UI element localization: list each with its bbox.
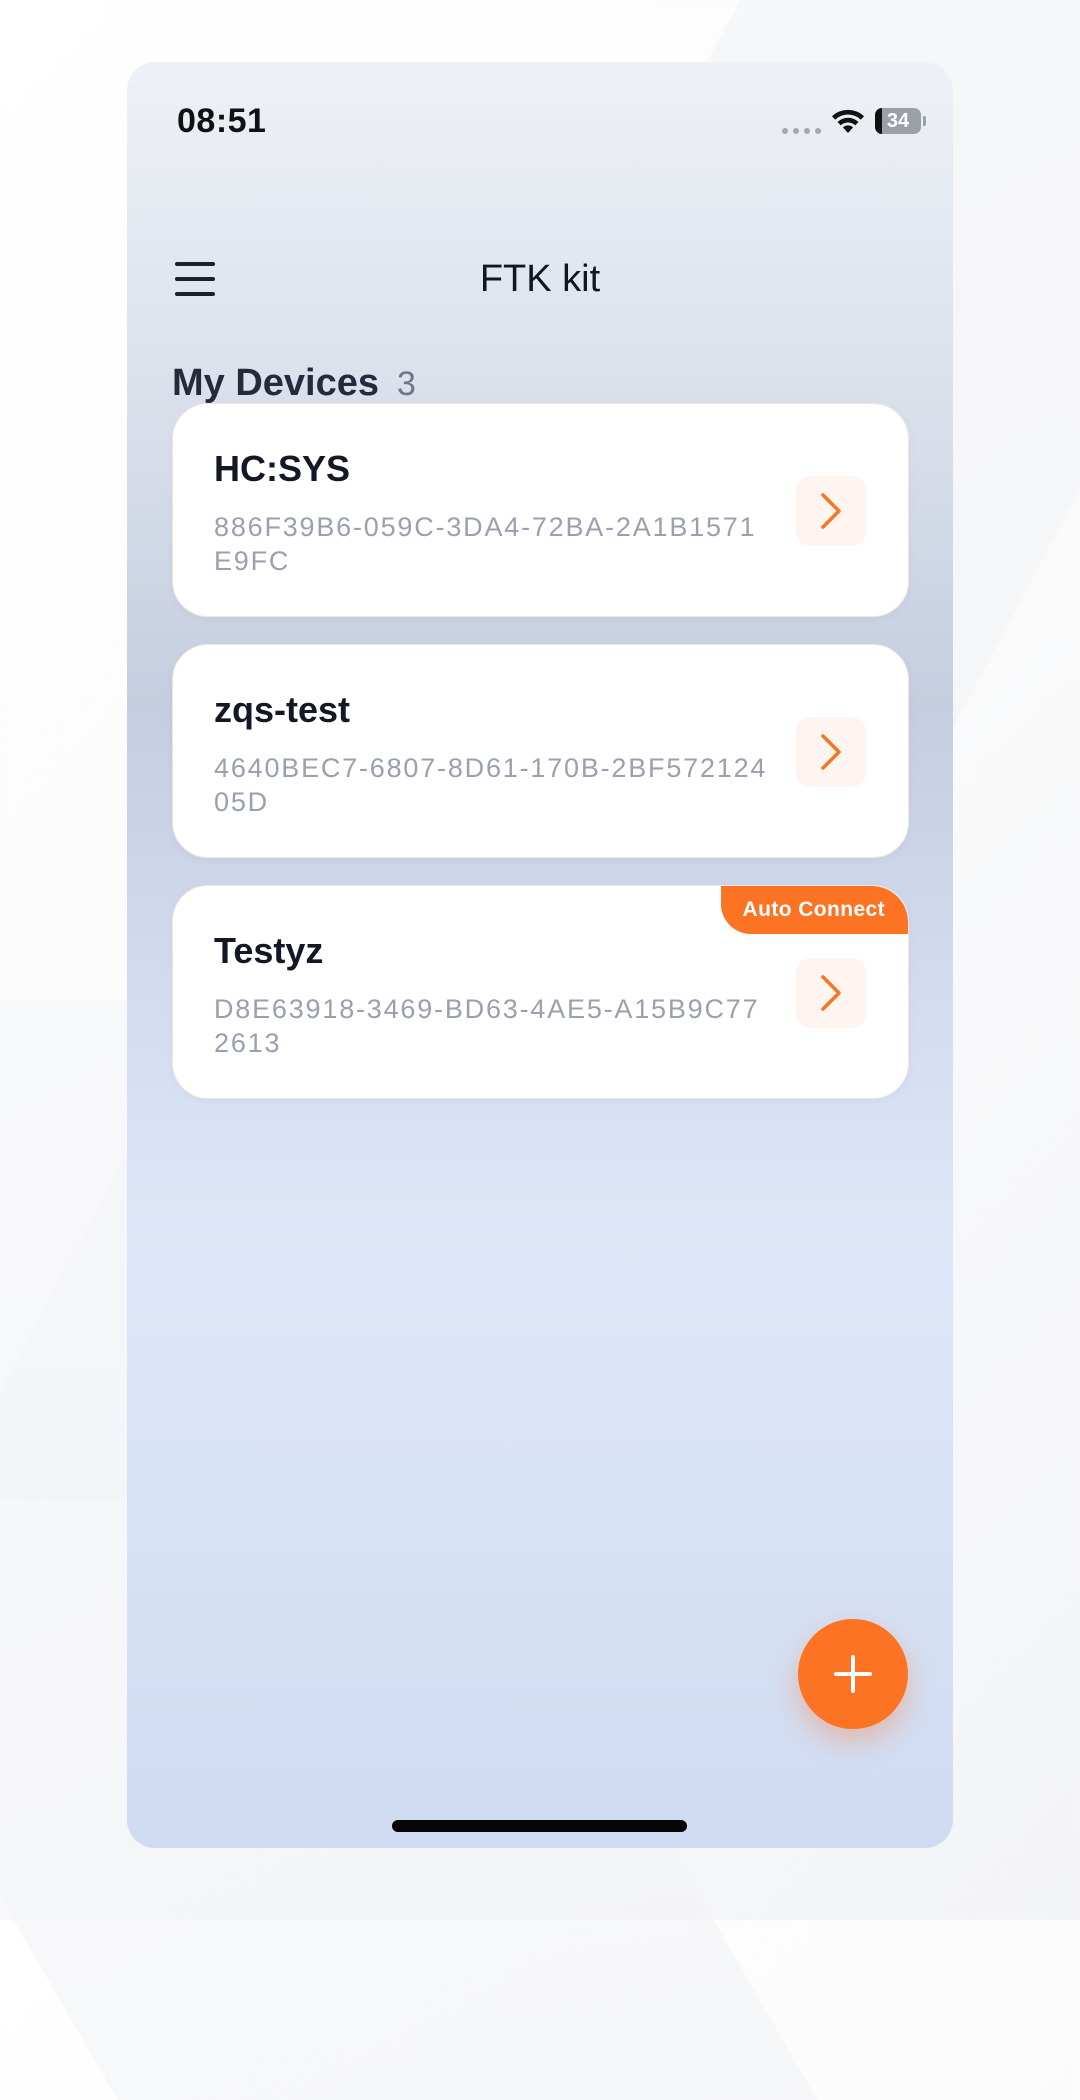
device-card[interactable]: Auto Connect Testyz D8E63918-3469-BD63-4…	[172, 885, 909, 1099]
device-card[interactable]: zqs-test 4640BEC7-6807-8D61-170B-2BF5721…	[172, 644, 909, 858]
device-name: HC:SYS	[214, 448, 351, 489]
cellular-signal-icon	[782, 128, 821, 134]
open-device-button[interactable]	[796, 717, 866, 787]
device-card[interactable]: HC:SYS 886F39B6-059C-3DA4-72BA-2A1B1571E…	[172, 403, 909, 617]
chevron-right-icon	[821, 734, 841, 770]
open-device-button[interactable]	[796, 958, 866, 1028]
open-device-button[interactable]	[796, 476, 866, 546]
add-device-button[interactable]	[798, 1619, 908, 1729]
section-title-label: My Devices	[172, 362, 380, 404]
section-title: My Devices 3	[172, 362, 416, 405]
device-uuid: 886F39B6-059C-3DA4-72BA-2A1B1571E9FC	[214, 512, 757, 576]
app-title: FTK kit	[479, 258, 601, 300]
device-name: zqs-test	[214, 689, 351, 730]
status-time: 08:51	[177, 102, 267, 140]
home-indicator	[392, 1820, 687, 1832]
battery-level: 34	[886, 109, 910, 132]
battery-indicator: 34	[875, 108, 921, 134]
device-name: Testyz	[214, 930, 324, 971]
auto-connect-badge: Auto Connect	[720, 886, 908, 934]
device-uuid: D8E63918-3469-BD63-4AE5-A15B9C772613	[214, 994, 760, 1058]
chevron-right-icon	[821, 975, 841, 1011]
phone-screen: 08:51 34 FTK kit My Devices 3 HC:SYS 886…	[127, 62, 953, 1848]
wifi-icon	[832, 109, 864, 133]
plus-icon	[834, 1655, 872, 1693]
battery-cap	[923, 116, 926, 126]
device-count: 3	[397, 365, 416, 403]
device-uuid: 4640BEC7-6807-8D61-170B-2BF57212405D	[214, 753, 768, 817]
chevron-right-icon	[821, 493, 841, 529]
